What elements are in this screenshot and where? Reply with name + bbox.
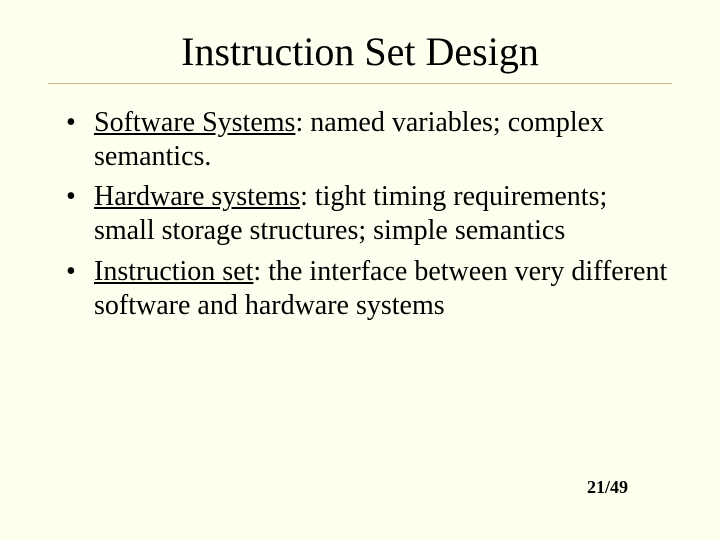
slide: Instruction Set Design Software Systems:…	[0, 0, 720, 540]
list-item: Instruction set: the interface between v…	[66, 255, 672, 323]
list-item: Hardware systems: tight timing requireme…	[66, 180, 672, 248]
bullet-list: Software Systems: named variables; compl…	[66, 106, 672, 323]
page-number: 21/49	[587, 477, 628, 498]
list-item: Software Systems: named variables; compl…	[66, 106, 672, 174]
bullet-lead: Hardware systems	[94, 181, 300, 212]
bullet-lead: Instruction set	[94, 256, 253, 287]
page-title: Instruction Set Design	[48, 28, 672, 75]
divider	[48, 83, 672, 84]
bullet-lead: Software Systems	[94, 107, 295, 138]
